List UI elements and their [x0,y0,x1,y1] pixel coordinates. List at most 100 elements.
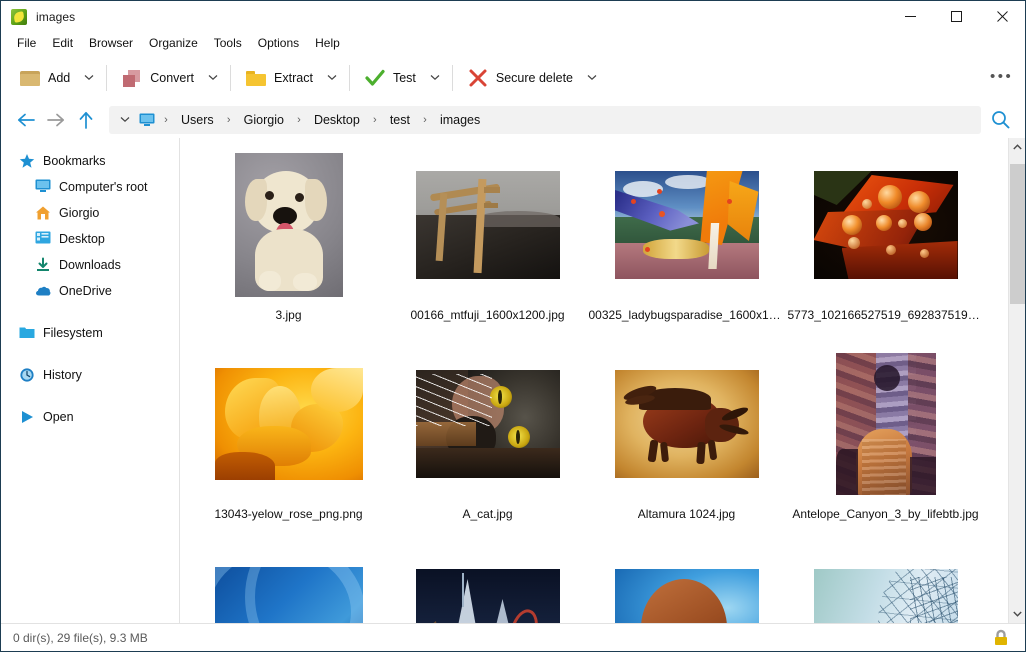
toolbar: Add Convert Extract Test Secure delete •… [1,54,1025,101]
search-icon[interactable] [985,105,1015,135]
convert-dropdown-chevron-down-icon[interactable] [202,60,224,96]
file-name: 3.jpg [275,308,302,322]
file-item[interactable]: 00325_ladybugsparadise_1600x120… [587,148,786,347]
breadcrumb-desktop[interactable]: Desktop [306,110,368,130]
file-item[interactable] [587,546,786,623]
padlock-icon[interactable] [991,628,1011,648]
test-button[interactable]: Test [356,60,424,96]
toolbar-group-extract: Extract [237,60,343,96]
file-item[interactable]: 00166_mtfuji_1600x1200.jpg [388,148,587,347]
scroll-up-chevron-up-icon[interactable] [1009,138,1026,156]
thumbnail-box [413,548,563,623]
file-item[interactable]: 5773_102166527519_692837519_204… [786,148,985,347]
sidebar-item-history[interactable]: History [1,362,179,388]
file-item[interactable] [786,546,985,623]
menu-bar: File Edit Browser Organize Tools Options… [1,32,1025,54]
sidebar-item-bookmarks[interactable]: Bookmarks [1,148,179,174]
sidebar-item-label: Downloads [59,258,121,272]
menu-edit[interactable]: Edit [44,33,81,53]
file-name: Antelope_Canyon_3_by_lifebtb.jpg [792,507,979,521]
scrollbar-track[interactable] [1009,156,1026,605]
secure-delete-dropdown-chevron-down-icon[interactable] [581,60,603,96]
status-text: 0 dir(s), 29 file(s), 9.3 MB [13,630,148,645]
file-item[interactable]: Altamura 1024.jpg [587,347,786,546]
sidebar-item-label: Computer's root [59,180,148,194]
breadcrumb-giorgio[interactable]: Giorgio [236,110,292,130]
test-dropdown-chevron-down-icon[interactable] [424,60,446,96]
sidebar-item-onedrive[interactable]: OneDrive [1,278,179,304]
scrollbar-thumb[interactable] [1009,164,1025,304]
file-item[interactable] [189,546,388,623]
menu-organize[interactable]: Organize [141,33,206,53]
thumbnail-waterdrops [813,171,958,279]
up-arrow-icon[interactable] [71,105,101,135]
file-item[interactable] [388,546,587,623]
file-grid: 3.jpg 00166_mtfuji_1600x1200.jpg 00325_l… [180,138,1025,623]
sidebar-item-label: History [43,368,82,382]
file-item[interactable]: 3.jpg [189,148,388,347]
sidebar-item-giorgio[interactable]: Giorgio [1,200,179,226]
secure-delete-button[interactable]: Secure delete [459,60,581,96]
status-bar: 0 dir(s), 29 file(s), 9.3 MB [1,623,1025,651]
add-button[interactable]: Add [11,60,78,96]
toolbar-overflow-button[interactable]: ••• [981,60,1015,94]
breadcrumb-separator: › [164,113,168,126]
menu-options[interactable]: Options [250,33,307,53]
convert-button-label: Convert [150,70,195,85]
breadcrumb-separator: › [423,113,427,126]
sidebar-item-desktop[interactable]: Desktop [1,226,179,252]
thumbnail-box [811,548,961,623]
breadcrumb-separator: › [297,113,301,126]
extract-dropdown-chevron-down-icon[interactable] [321,60,343,96]
file-grid-pane[interactable]: 3.jpg 00166_mtfuji_1600x1200.jpg 00325_l… [180,138,1025,623]
back-arrow-icon[interactable] [11,105,41,135]
red-x-icon [467,67,489,89]
forward-arrow-icon[interactable] [41,105,71,135]
scroll-down-chevron-down-icon[interactable] [1009,605,1026,623]
extract-button[interactable]: Extract [237,60,321,96]
secure-delete-button-label: Secure delete [495,70,574,85]
sidebar-item-label: Open [43,410,74,424]
toolbar-group-convert: Convert [113,60,224,96]
close-button[interactable] [979,1,1025,32]
thumbnail-box [214,349,364,499]
path-history-chevron-down-icon[interactable] [115,108,135,132]
toolbar-separator-1 [106,64,108,91]
minimize-button[interactable] [887,1,933,32]
thumbnail-arch [614,569,759,623]
sidebar-item-filesystem[interactable]: Filesystem [1,320,179,346]
sidebar-item-downloads[interactable]: Downloads [1,252,179,278]
computer-monitor-icon[interactable] [135,108,159,132]
file-name: A_cat.jpg [462,507,513,521]
breadcrumb-images[interactable]: images [432,110,488,130]
desktop-icon [35,231,51,247]
file-item[interactable]: A_cat.jpg [388,347,587,546]
thumbnail-puppy [234,153,343,297]
sidebar-item-open[interactable]: Open [1,404,179,430]
breadcrumb[interactable]: › Users › Giorgio › Desktop › test › ima… [109,105,981,134]
star-icon [19,153,35,169]
breadcrumb-separator: › [372,113,377,126]
file-item[interactable]: Antelope_Canyon_3_by_lifebtb.jpg [786,347,985,546]
clock-icon [19,367,35,383]
convert-button[interactable]: Convert [113,60,202,96]
maximize-button[interactable] [933,1,979,32]
menu-file[interactable]: File [9,33,44,53]
thumbnail-yellowrose [214,368,363,480]
sidebar-item-computers-root[interactable]: Computer's root [1,174,179,200]
toolbar-group-secure-delete: Secure delete [459,60,603,96]
menu-tools[interactable]: Tools [206,33,250,53]
add-dropdown-chevron-down-icon[interactable] [78,60,100,96]
menu-help[interactable]: Help [307,33,348,53]
sidebar-item-label: Giorgio [59,206,100,220]
breadcrumb-test[interactable]: test [382,110,418,130]
menu-browser[interactable]: Browser [81,33,141,53]
thumbnail-box [413,349,563,499]
file-item[interactable]: 13043-yelow_rose_png.png [189,347,388,546]
file-name: 13043-yelow_rose_png.png [214,507,363,521]
vertical-scrollbar[interactable] [1008,138,1025,623]
toolbar-separator-3 [348,64,350,91]
thumbnail-box [214,548,364,623]
breadcrumb-users[interactable]: Users [173,110,222,130]
